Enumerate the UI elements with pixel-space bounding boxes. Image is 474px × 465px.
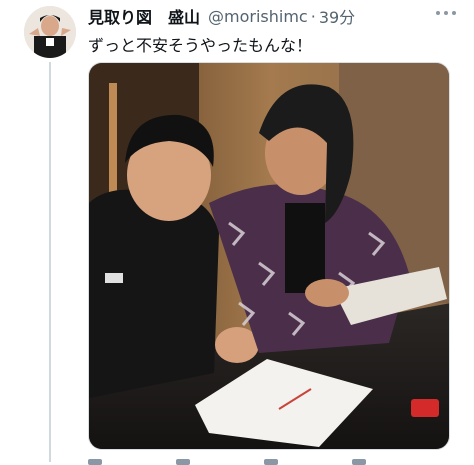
tweet-text: ずっと不安そうやったもんな！: [88, 36, 313, 55]
attached-photo[interactable]: [88, 62, 450, 450]
photo-image: [89, 63, 449, 449]
tweet-actions: [88, 458, 450, 465]
timestamp[interactable]: 39分: [319, 4, 355, 28]
tweet-header: 見取り図 盛山 @morishimc · 39分: [88, 4, 460, 28]
tweet[interactable]: 見取り図 盛山 @morishimc · 39分 ずっと不安そうやったもんな！: [0, 0, 474, 465]
avatar-image: [24, 6, 76, 58]
retweet-icon[interactable]: [176, 459, 190, 465]
display-name[interactable]: 見取り図 盛山: [88, 4, 200, 28]
like-icon[interactable]: [264, 459, 278, 465]
separator-dot: ·: [310, 6, 316, 26]
reply-icon[interactable]: [88, 459, 102, 465]
user-handle[interactable]: @morishimc: [208, 7, 308, 26]
thread-line: [49, 62, 51, 462]
share-icon[interactable]: [352, 459, 366, 465]
more-horizontal-icon[interactable]: [436, 6, 456, 20]
avatar[interactable]: [24, 6, 76, 58]
